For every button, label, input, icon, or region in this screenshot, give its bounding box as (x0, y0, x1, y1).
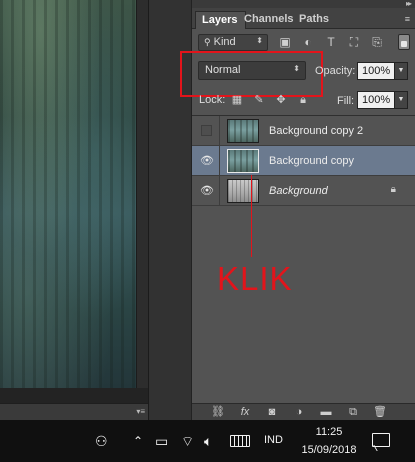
new-layer-icon[interactable]: ⧉ (345, 405, 361, 419)
layer-thumbnail (227, 179, 259, 203)
show-hidden-icons-icon[interactable]: ⌃ (133, 433, 143, 449)
layer-thumbnail (227, 119, 259, 143)
fill-label: Fill: (337, 95, 355, 107)
type-filter-icon[interactable]: T (323, 34, 339, 50)
panel-menu-icon[interactable]: ▾≡ (136, 407, 145, 416)
canvas-vertical-scrollbar[interactable] (136, 0, 148, 388)
clock-time[interactable]: 11:25 (300, 426, 358, 438)
lock-transparent-icon[interactable]: ▦ (230, 93, 244, 107)
wifi-icon[interactable]: ⌔ (181, 433, 194, 449)
layers-panel: ▸▸ Layers Channels Paths ≡ ⚲ Kind ⬍ ▣ ◐ … (180, 0, 415, 420)
visibility-off-box (201, 125, 212, 136)
people-icon[interactable]: ⚇ (95, 433, 108, 449)
smart-object-filter-icon[interactable]: ⎘ (369, 34, 385, 50)
opacity-input[interactable]: 100% (357, 62, 395, 80)
keyboard-icon[interactable] (230, 435, 250, 447)
layers-list: Background copy 2 👁︎ Background copy 👁︎ … (192, 115, 415, 403)
lock-all-icon[interactable]: 🔒︎ (296, 93, 310, 107)
shape-filter-icon[interactable]: ⛶ (346, 34, 362, 50)
canvas-status-bar: ▾≡ (0, 403, 148, 420)
volume-icon[interactable]: 🔈︎ (204, 433, 212, 449)
image-filter-icon[interactable]: ▣ (277, 34, 293, 50)
layer-name[interactable]: Background (269, 185, 328, 197)
filter-kind-select[interactable]: ⚲ Kind ⬍ (198, 34, 268, 51)
windows-taskbar: ⚇ ⌃ ▭ ⌔ 🔈︎ IND 11:25 15/09/2018 (0, 420, 415, 462)
adjustment-layer-icon[interactable]: ◑ (291, 405, 307, 419)
lock-icon: 🔒︎ (390, 184, 396, 195)
eye-icon: 👁︎ (200, 155, 214, 167)
tab-channels[interactable]: Channels (238, 11, 302, 29)
visibility-toggle[interactable]: 👁︎ (192, 176, 220, 205)
blend-mode-select[interactable]: Normal ⬍ (198, 61, 306, 80)
group-folder-icon[interactable]: ▬ (318, 405, 334, 419)
visibility-toggle[interactable]: 👁︎ (192, 146, 220, 175)
annotation-text: KLIK (217, 260, 293, 297)
annotation-line (251, 175, 252, 257)
layer-row-selected[interactable]: 👁︎ Background copy (192, 146, 415, 176)
layer-name[interactable]: Background copy 2 (269, 125, 363, 137)
panel-title-strip: ▸▸ (192, 0, 415, 8)
layers-panel-footer: ⛓ fx ◙ ◑ ▬ ⧉ 🗑︎ (192, 403, 415, 420)
layer-name[interactable]: Background copy (269, 155, 354, 167)
fx-icon[interactable]: fx (237, 405, 253, 419)
opacity-dropdown-arrow[interactable]: ▼ (394, 62, 408, 80)
canvas-image (0, 0, 136, 388)
language-indicator[interactable]: IND (264, 434, 283, 446)
power-icon[interactable]: ▭ (155, 433, 168, 449)
visibility-toggle[interactable] (192, 116, 220, 145)
fill-dropdown-arrow[interactable]: ▼ (394, 91, 408, 109)
panel-tab-bar: ▸▸ Layers Channels Paths ≡ (192, 0, 415, 29)
action-center-icon[interactable] (372, 433, 390, 447)
tab-paths[interactable]: Paths (293, 11, 337, 29)
document-canvas[interactable] (0, 0, 148, 403)
opacity-label: Opacity: (315, 65, 356, 77)
collapse-panel-icon[interactable]: ▸▸ (406, 0, 412, 8)
layer-row[interactable]: 👁︎ Background 🔒︎ (192, 176, 415, 206)
fill-input[interactable]: 100% (357, 91, 395, 109)
photoshop-window: ▾≡ ▸▸ Layers Channels Paths ≡ ⚲ Kind ⬍ ▣… (0, 0, 415, 462)
mask-icon[interactable]: ◙ (264, 405, 280, 419)
filter-toggle-switch[interactable] (398, 34, 410, 50)
updown-arrow-icon: ⬍ (293, 64, 300, 73)
lock-label: Lock: (199, 94, 226, 106)
search-icon: ⚲ (204, 37, 211, 47)
layer-row[interactable]: Background copy 2 (192, 116, 415, 146)
lock-position-icon[interactable]: ✥ (274, 93, 288, 107)
eye-icon: 👁︎ (200, 185, 214, 197)
clock-date[interactable]: 15/09/2018 (296, 444, 362, 456)
panel-options-menu-icon[interactable]: ≡ (405, 14, 410, 24)
panel-dock-gutter (148, 0, 191, 420)
lock-image-icon[interactable]: ✎ (252, 93, 266, 107)
trash-icon[interactable]: 🗑︎ (372, 405, 388, 419)
updown-arrow-icon: ⬍ (256, 36, 263, 45)
layer-thumbnail (227, 149, 259, 173)
blend-mode-value: Normal (205, 64, 241, 76)
filter-kind-label: Kind (213, 36, 236, 48)
link-layers-icon[interactable]: ⛓ (210, 405, 226, 419)
adjustment-filter-icon[interactable]: ◐ (300, 34, 316, 50)
